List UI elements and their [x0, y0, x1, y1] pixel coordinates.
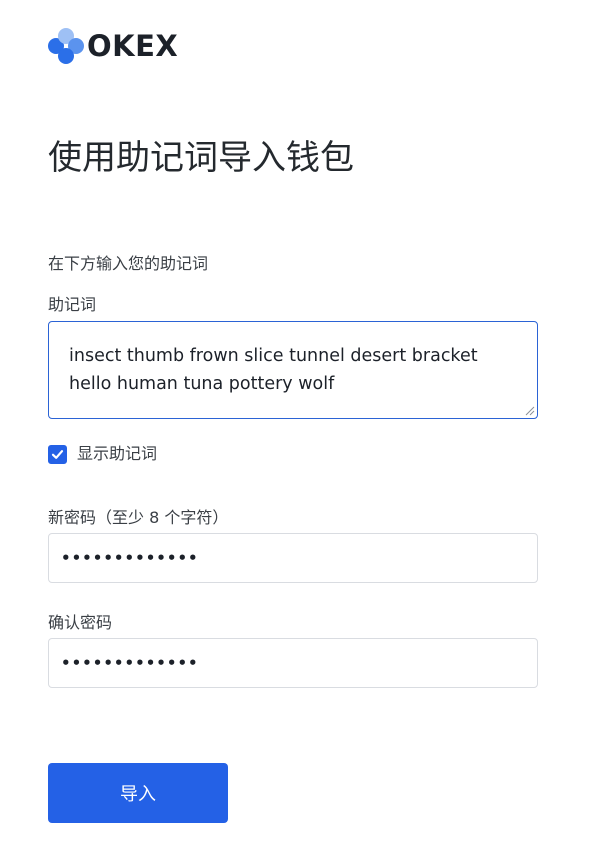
logo-dot-bottom: [58, 48, 74, 64]
resize-grip-icon[interactable]: [525, 406, 535, 416]
okex-logo-icon: [48, 28, 86, 64]
new-password-input[interactable]: •••••••••••••: [48, 533, 538, 583]
import-button[interactable]: 导入: [48, 763, 228, 823]
mnemonic-label: 助记词: [48, 295, 97, 314]
new-password-value: •••••••••••••: [61, 549, 199, 567]
new-password-label: 新密码（至少 8 个字符）: [48, 508, 229, 527]
show-mnemonic-label: 显示助记词: [77, 444, 158, 463]
mnemonic-text: insect thumb frown slice tunnel desert b…: [69, 346, 478, 394]
page-title: 使用助记词导入钱包: [48, 138, 354, 178]
confirm-password-value: •••••••••••••: [61, 654, 199, 672]
show-mnemonic-checkbox[interactable]: [48, 444, 67, 464]
show-mnemonic-toggle[interactable]: 显示助记词: [48, 442, 157, 466]
mnemonic-textarea[interactable]: insect thumb frown slice tunnel desert b…: [48, 321, 538, 419]
okex-logo: OKEX: [48, 28, 178, 64]
brand-name: OKEX: [87, 29, 179, 63]
confirm-password-label: 确认密码: [48, 613, 113, 632]
instruction-text: 在下方输入您的助记词: [48, 254, 209, 273]
confirm-password-input[interactable]: •••••••••••••: [48, 638, 538, 688]
checkmark-icon: [51, 449, 64, 459]
